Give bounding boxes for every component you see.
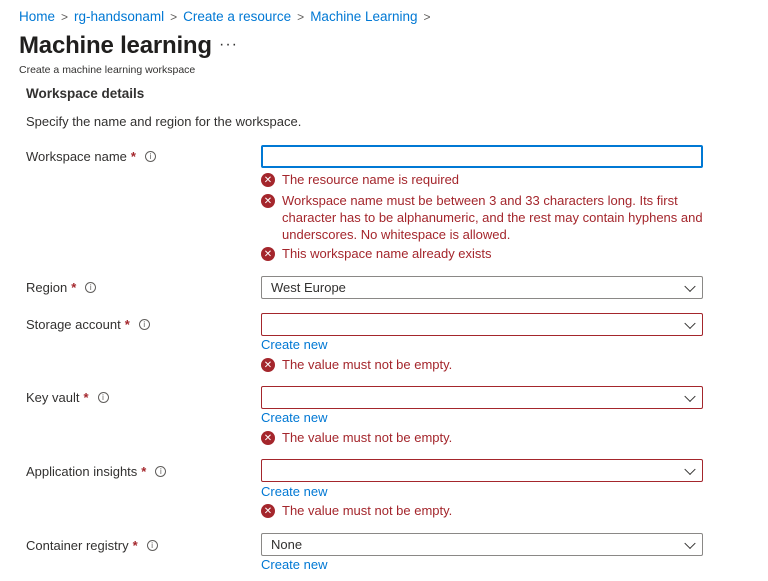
error-icon: ✕ bbox=[261, 504, 275, 518]
error-icon: ✕ bbox=[261, 431, 275, 445]
breadcrumb: Home > rg-handsonaml > Create a resource… bbox=[19, 9, 437, 24]
page-subtitle: Create a machine learning workspace bbox=[19, 64, 196, 76]
error-icon: ✕ bbox=[261, 358, 275, 372]
chevron-right-icon: > bbox=[297, 9, 305, 24]
chevron-down-icon bbox=[684, 317, 696, 329]
error-icon: ✕ bbox=[261, 194, 275, 208]
breadcrumb-home[interactable]: Home bbox=[19, 9, 55, 24]
workspace-name-label: Workspace name * i bbox=[26, 149, 156, 164]
chevron-right-icon: > bbox=[170, 9, 178, 24]
error-message: ✕ The resource name is required bbox=[261, 171, 712, 188]
error-icon: ✕ bbox=[261, 173, 275, 187]
application-insights-label: Application insights * i bbox=[26, 464, 167, 479]
chevron-down-icon bbox=[684, 280, 696, 292]
required-mark: * bbox=[83, 390, 89, 405]
chevron-right-icon: > bbox=[61, 9, 69, 24]
container-registry-dropdown[interactable]: None bbox=[261, 533, 703, 556]
error-message: ✕ The value must not be empty. bbox=[261, 429, 712, 446]
workspace-name-input[interactable] bbox=[261, 145, 703, 168]
section-description: Specify the name and region for the work… bbox=[26, 114, 302, 129]
info-icon[interactable]: i bbox=[85, 282, 97, 293]
storage-account-dropdown[interactable] bbox=[261, 313, 703, 336]
breadcrumb-resource-group[interactable]: rg-handsonaml bbox=[74, 9, 164, 24]
error-icon: ✕ bbox=[261, 247, 275, 261]
info-icon[interactable]: i bbox=[138, 319, 150, 330]
section-title: Workspace details bbox=[26, 86, 145, 101]
container-registry-label: Container registry * i bbox=[26, 538, 158, 553]
info-icon[interactable]: i bbox=[155, 466, 167, 477]
breadcrumb-machine-learning[interactable]: Machine Learning bbox=[310, 9, 417, 24]
error-message: ✕ This workspace name already exists bbox=[261, 245, 712, 262]
info-icon[interactable]: i bbox=[97, 392, 109, 403]
error-message: ✕ The value must not be empty. bbox=[261, 356, 712, 373]
chevron-right-icon: > bbox=[423, 9, 431, 24]
more-options-icon[interactable]: ··· bbox=[219, 36, 238, 54]
info-icon[interactable]: i bbox=[144, 151, 156, 162]
key-vault-label: Key vault * i bbox=[26, 390, 109, 405]
application-insights-create-new-link[interactable]: Create new bbox=[261, 484, 327, 499]
application-insights-dropdown[interactable] bbox=[261, 459, 703, 482]
storage-account-label: Storage account * i bbox=[26, 317, 150, 332]
info-icon[interactable]: i bbox=[146, 540, 158, 551]
required-mark: * bbox=[132, 538, 138, 553]
error-message: ✕ Workspace name must be between 3 and 3… bbox=[261, 192, 712, 243]
chevron-down-icon bbox=[684, 537, 696, 549]
required-mark: * bbox=[124, 317, 130, 332]
key-vault-dropdown[interactable] bbox=[261, 386, 703, 409]
storage-account-create-new-link[interactable]: Create new bbox=[261, 337, 327, 352]
container-registry-create-new-link[interactable]: Create new bbox=[261, 557, 327, 572]
required-mark: * bbox=[130, 149, 136, 164]
breadcrumb-create-resource[interactable]: Create a resource bbox=[183, 9, 291, 24]
page-title: Machine learning bbox=[19, 32, 212, 59]
error-message: ✕ The value must not be empty. bbox=[261, 502, 712, 519]
required-mark: * bbox=[141, 464, 147, 479]
required-mark: * bbox=[71, 280, 77, 295]
key-vault-create-new-link[interactable]: Create new bbox=[261, 410, 327, 425]
region-dropdown[interactable]: West Europe bbox=[261, 276, 703, 299]
chevron-down-icon bbox=[684, 463, 696, 475]
region-label: Region * i bbox=[26, 280, 97, 295]
chevron-down-icon bbox=[684, 390, 696, 402]
